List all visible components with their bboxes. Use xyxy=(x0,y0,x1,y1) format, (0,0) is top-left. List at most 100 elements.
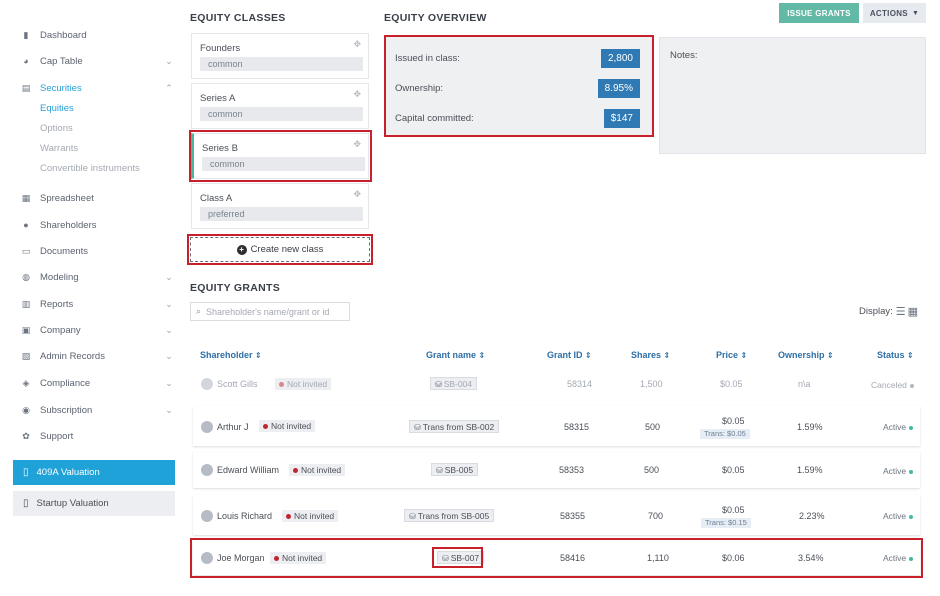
chevron-down-icon: ⌄ xyxy=(165,404,173,415)
col-price[interactable]: Price ⇕ xyxy=(716,350,747,360)
sidebar-sub-convertible[interactable]: Convertible instruments xyxy=(40,163,140,174)
startup-valuation-button[interactable]: ▯ Startup Valuation xyxy=(13,491,175,516)
col-ownership[interactable]: Ownership ⇕ xyxy=(778,350,834,360)
grant-tag[interactable]: ⛁ Trans from SB-005 xyxy=(404,509,495,522)
issue-grants-button[interactable]: ISSUE GRANTS xyxy=(779,3,859,23)
table-row[interactable]: Louis Richard Not invited ⛁ Trans from SB… xyxy=(193,495,920,535)
col-status[interactable]: Status ⇕ xyxy=(877,350,914,360)
invite-status-badge: Not invited xyxy=(275,378,332,390)
certificate-icon: ⛁ xyxy=(409,512,416,521)
status-badge: Active xyxy=(883,466,914,476)
chevron-down-icon: ⌄ xyxy=(165,298,173,309)
col-shares[interactable]: Shares ⇕ xyxy=(631,350,670,360)
sidebar-item-modeling[interactable]: ◍ Modeling ⌄ xyxy=(20,267,180,287)
sidebar: ▮ Dashboard ◕ Cap Table ⌄ ▤ Securities ⌃… xyxy=(0,0,185,596)
move-icon[interactable]: ✥ xyxy=(353,189,361,200)
invite-status-badge: Not invited xyxy=(259,420,316,432)
documents-icon: ▭ xyxy=(21,245,31,256)
avatar xyxy=(201,510,213,522)
ownership-value: 8.95% xyxy=(597,78,640,98)
sidebar-item-dashboard[interactable]: ▮ Dashboard xyxy=(20,25,180,45)
chevron-down-icon: ⌄ xyxy=(165,271,173,282)
equity-overview-panel: Issued in class: 2,800 Ownership: 8.95% … xyxy=(386,37,652,135)
display-toggle: Display: ☰ ▦ xyxy=(859,305,918,318)
actions-dropdown[interactable]: ACTIONS ▼ xyxy=(863,3,926,23)
chevron-down-icon: ⌄ xyxy=(165,377,173,388)
sidebar-sub-warrants[interactable]: Warrants xyxy=(40,143,78,154)
sidebar-item-company[interactable]: ▣ Company ⌄ xyxy=(20,320,180,340)
certificate-icon: ⛁ xyxy=(435,380,442,389)
409a-valuation-button[interactable]: ▯ 409A Valuation xyxy=(13,460,175,485)
grant-tag[interactable]: ⛁ SB-004 xyxy=(430,377,478,390)
sidebar-sub-options[interactable]: Options xyxy=(40,123,73,134)
issued-in-class-value: 2,800 xyxy=(600,48,640,68)
avatar xyxy=(201,552,213,564)
sidebar-item-documents[interactable]: ▭ Documents xyxy=(20,241,180,261)
document-icon: ▯ xyxy=(23,467,29,478)
col-grant-name[interactable]: Grant name ⇕ xyxy=(426,350,485,360)
sort-icon: ⇕ xyxy=(907,351,914,360)
spreadsheet-icon: ▦ xyxy=(21,192,31,203)
col-grant-id[interactable]: Grant ID ⇕ xyxy=(547,350,592,360)
user-icon: ● xyxy=(23,220,29,230)
table-row[interactable]: Arthur J Not invited ⛁ Trans from SB-002 … xyxy=(193,406,920,446)
col-shareholder[interactable]: Shareholder ⇕ xyxy=(200,350,262,360)
support-icon: ✿ xyxy=(22,430,30,441)
caret-down-icon: ▼ xyxy=(911,9,920,17)
trans-price-badge: Trans: $0.15 xyxy=(701,518,751,528)
grant-tag[interactable]: ⛁ Trans from SB-002 xyxy=(409,420,500,433)
capital-committed-value: $147 xyxy=(603,108,640,128)
equity-overview-title: EQUITY OVERVIEW xyxy=(384,12,487,24)
grant-tag[interactable]: ⛁ SB-005 xyxy=(431,463,479,476)
certificate-icon: ⛁ xyxy=(414,423,421,432)
reports-icon: ▥ xyxy=(21,298,31,309)
sidebar-item-cap-table[interactable]: ◕ Cap Table ⌄ xyxy=(20,51,180,71)
admin-records-icon: ▧ xyxy=(21,350,31,361)
status-badge: Active xyxy=(883,553,914,563)
chevron-down-icon: ⌄ xyxy=(165,55,173,66)
chevron-up-icon: ⌃ xyxy=(165,82,173,93)
sidebar-item-spreadsheet[interactable]: ▦ Spreadsheet xyxy=(20,188,180,208)
sidebar-item-compliance[interactable]: ◈ Compliance ⌄ xyxy=(20,373,180,393)
sidebar-item-shareholders[interactable]: ● Shareholders xyxy=(20,215,180,235)
class-card-founders[interactable]: Founders common ✥ xyxy=(191,33,369,79)
status-badge: Canceled xyxy=(871,380,914,390)
status-badge: Active xyxy=(883,511,914,521)
list-view-icon[interactable]: ☰ xyxy=(896,305,906,318)
chevron-down-icon: ⌄ xyxy=(165,324,173,335)
class-card-series-a[interactable]: Series A common ✥ xyxy=(191,83,369,129)
table-row[interactable]: Joe Morgan Not invited ⛁ SB-007 58416 1,1… xyxy=(193,541,920,575)
notes-panel[interactable]: Notes: xyxy=(659,37,926,154)
search-icon: ⌕ xyxy=(196,306,202,316)
equity-grants-title: EQUITY GRANTS xyxy=(190,282,281,294)
class-card-series-b[interactable]: Series B common ✥ xyxy=(191,133,369,179)
sidebar-item-reports[interactable]: ▥ Reports ⌄ xyxy=(20,294,180,314)
certificate-icon: ⛁ xyxy=(436,466,443,475)
shield-icon: ◈ xyxy=(22,377,30,388)
dollar-icon: ◉ xyxy=(22,404,30,415)
move-icon[interactable]: ✥ xyxy=(353,39,361,50)
pie-chart-icon: ◕ xyxy=(23,56,29,66)
invite-status-badge: Not invited xyxy=(282,510,339,522)
sidebar-item-support[interactable]: ✿ Support xyxy=(20,426,180,446)
sort-icon: ⇕ xyxy=(255,351,262,360)
grant-tag[interactable]: ⛁ SB-007 xyxy=(437,551,485,564)
bar-chart-icon: ▮ xyxy=(23,29,29,40)
move-icon[interactable]: ✥ xyxy=(353,89,361,100)
status-badge: Active xyxy=(883,422,914,432)
table-row[interactable]: Scott Gills Not invited ⛁ SB-004 58314 1,… xyxy=(193,370,920,398)
trans-price-badge: Trans: $0.05 xyxy=(700,429,750,439)
sidebar-item-securities[interactable]: ▤ Securities ⌃ xyxy=(20,78,180,98)
sort-icon: ⇕ xyxy=(585,351,592,360)
class-card-class-a[interactable]: Class A preferred ✥ xyxy=(191,183,369,229)
create-new-class-button[interactable]: + Create new class xyxy=(190,237,370,262)
sidebar-item-subscription[interactable]: ◉ Subscription ⌄ xyxy=(20,400,180,420)
sidebar-item-admin-records[interactable]: ▧ Admin Records ⌄ xyxy=(20,346,180,366)
grid-view-icon[interactable]: ▦ xyxy=(908,305,918,318)
search-input[interactable]: ⌕ Shareholder's name/grant or id xyxy=(190,302,350,321)
equity-classes-title: EQUITY CLASSES xyxy=(190,12,286,24)
ownership-row: Ownership: 8.95% xyxy=(395,78,640,98)
table-row[interactable]: Edward William Not invited ⛁ SB-005 58353… xyxy=(193,452,920,488)
move-icon[interactable]: ✥ xyxy=(353,139,361,150)
sidebar-sub-equities[interactable]: Equities xyxy=(40,103,74,114)
